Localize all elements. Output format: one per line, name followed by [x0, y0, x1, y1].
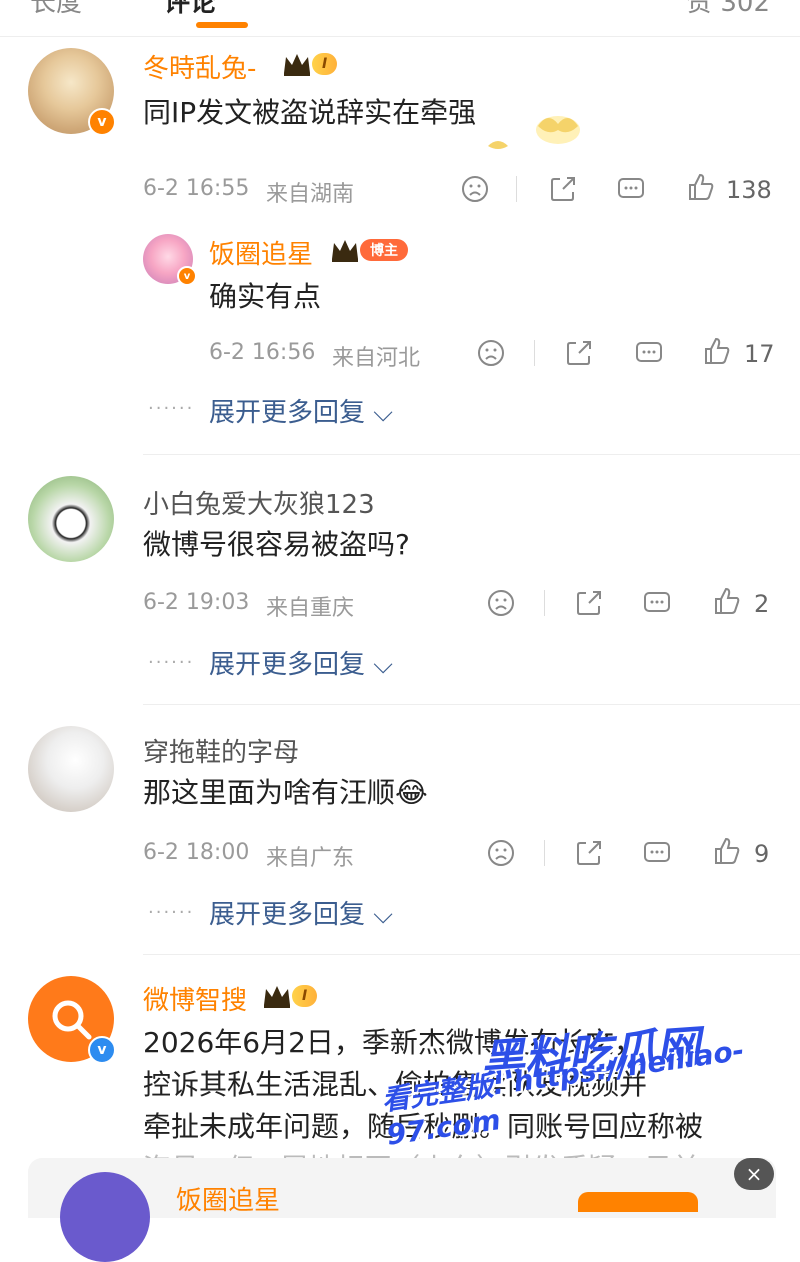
- comment-text: 微博号很容易被盗吗?: [143, 528, 410, 561]
- comment-icon[interactable]: [616, 174, 646, 204]
- reply-avatar[interactable]: v: [143, 234, 197, 286]
- username[interactable]: 冬時乱兔-: [143, 48, 256, 85]
- close-icon[interactable]: ×: [734, 1158, 774, 1190]
- sad-face-icon[interactable]: [460, 174, 490, 204]
- reply-text: 确实有点: [209, 280, 322, 313]
- chevron-down-icon: ⌵: [365, 398, 393, 428]
- separator: [143, 704, 800, 705]
- share-icon[interactable]: [574, 838, 604, 868]
- separator: [143, 954, 800, 955]
- comment-text: 那这里面为啥有汪顺😂: [143, 772, 428, 814]
- expand-replies-button[interactable]: 展开更多回复 ⌵: [209, 392, 393, 429]
- badge-level: I: [312, 53, 338, 75]
- comment-time: 6-2 18:00: [143, 840, 250, 865]
- bottom-username: 饭圈追星: [176, 1186, 281, 1216]
- expand-replies-button[interactable]: 展开更多回复 ⌵: [209, 894, 393, 931]
- like-count: 2: [754, 590, 770, 618]
- blogger-badge[interactable]: 博主: [330, 236, 408, 264]
- reply-location: 来自河北: [332, 346, 421, 371]
- reply-username[interactable]: 饭圈追星: [209, 234, 313, 271]
- avatar[interactable]: [28, 476, 114, 562]
- close-label: ×: [745, 1162, 763, 1186]
- fan-badge[interactable]: I: [282, 50, 338, 78]
- dots: ······: [148, 902, 195, 923]
- dots: ······: [148, 398, 195, 419]
- share-icon[interactable]: [548, 174, 578, 204]
- expand-label: 展开更多回复: [209, 900, 366, 930]
- avatar-image: [28, 476, 114, 562]
- bottom-avatar: [60, 1172, 150, 1262]
- crown-icon: [332, 240, 358, 262]
- divider: [544, 590, 545, 616]
- verified-icon: v: [88, 1036, 116, 1064]
- comment-time: 6-2 19:03: [143, 590, 250, 615]
- dots: ······: [148, 652, 195, 673]
- chevron-down-icon: ⌵: [365, 900, 393, 930]
- comment-text-body: 那这里面为啥有汪顺: [143, 776, 396, 809]
- follow-button[interactable]: [578, 1192, 698, 1212]
- thumbs-up-icon[interactable]: [702, 336, 732, 366]
- comment-time: 6-2 16:55: [143, 176, 250, 201]
- tab-comments[interactable]: 评论: [164, 0, 216, 19]
- expand-replies-button[interactable]: 展开更多回复 ⌵: [209, 644, 393, 681]
- comment-icon[interactable]: [642, 838, 672, 868]
- comment-location: 来自重庆: [266, 596, 355, 621]
- tab-likes[interactable]: 赞 302: [686, 0, 770, 19]
- comment-location: 来自广东: [266, 846, 355, 871]
- expand-label: 展开更多回复: [209, 650, 366, 680]
- avatar[interactable]: v: [28, 48, 116, 136]
- comment-item: v 冬時乱兔- I 同IP发文被盗说辞实在牵强 6-2 16:55 来自湖南 1…: [0, 36, 800, 456]
- avatar[interactable]: [28, 726, 114, 812]
- crown-icon: [264, 986, 290, 1008]
- active-tab-indicator: [196, 22, 248, 28]
- thumbs-up-icon[interactable]: [712, 836, 742, 866]
- verified-icon: v: [88, 108, 116, 136]
- sad-face-icon[interactable]: [476, 338, 506, 368]
- verified-icon: v: [177, 266, 197, 286]
- username[interactable]: 穿拖鞋的字母: [143, 732, 299, 769]
- tab-partial-left[interactable]: 长度: [30, 0, 82, 19]
- divider: [544, 840, 545, 866]
- decoration-butterfly-icon: [488, 116, 580, 149]
- thumbs-up-icon[interactable]: [686, 172, 716, 202]
- divider: [516, 176, 517, 202]
- divider: [534, 340, 535, 366]
- avatar-image: [28, 726, 114, 812]
- like-count: 138: [726, 176, 772, 204]
- comment-item: 穿拖鞋的字母 那这里面为啥有汪顺😂 6-2 18:00 来自广东 9 ·····…: [0, 726, 800, 955]
- separator: [143, 454, 800, 455]
- username[interactable]: 小白兔爱大灰狼123: [143, 484, 375, 521]
- comment-text: 同IP发文被盗说辞实在牵强: [143, 96, 477, 129]
- sad-face-icon[interactable]: [486, 838, 516, 868]
- crown-icon: [284, 54, 310, 76]
- expand-label: 展开更多回复: [209, 398, 366, 428]
- search-icon: [52, 1000, 92, 1040]
- comment-icon[interactable]: [634, 338, 664, 368]
- badge-level: I: [292, 985, 318, 1007]
- share-icon[interactable]: [564, 338, 594, 368]
- share-icon[interactable]: [574, 588, 604, 618]
- comment-location: 来自湖南: [266, 182, 355, 207]
- reply-like-count: 17: [744, 340, 775, 368]
- chevron-down-icon: ⌵: [365, 650, 393, 680]
- badge-blogger: 博主: [360, 239, 408, 261]
- comment-icon[interactable]: [642, 588, 672, 618]
- fan-badge[interactable]: I: [262, 982, 318, 1010]
- comment-item: 小白兔爱大灰狼123 微博号很容易被盗吗? 6-2 19:03 来自重庆 2 ·…: [0, 476, 800, 705]
- laugh-cry-emoji: 😂: [395, 776, 428, 809]
- thumbs-up-icon[interactable]: [712, 586, 742, 616]
- avatar[interactable]: v: [28, 976, 116, 1064]
- sad-face-icon[interactable]: [486, 588, 516, 618]
- comment-tabs: 长度 评论 赞 302: [0, 0, 800, 37]
- username[interactable]: 微博智搜: [143, 980, 247, 1017]
- reply-time: 6-2 16:56: [209, 340, 316, 365]
- like-count: 9: [754, 840, 770, 868]
